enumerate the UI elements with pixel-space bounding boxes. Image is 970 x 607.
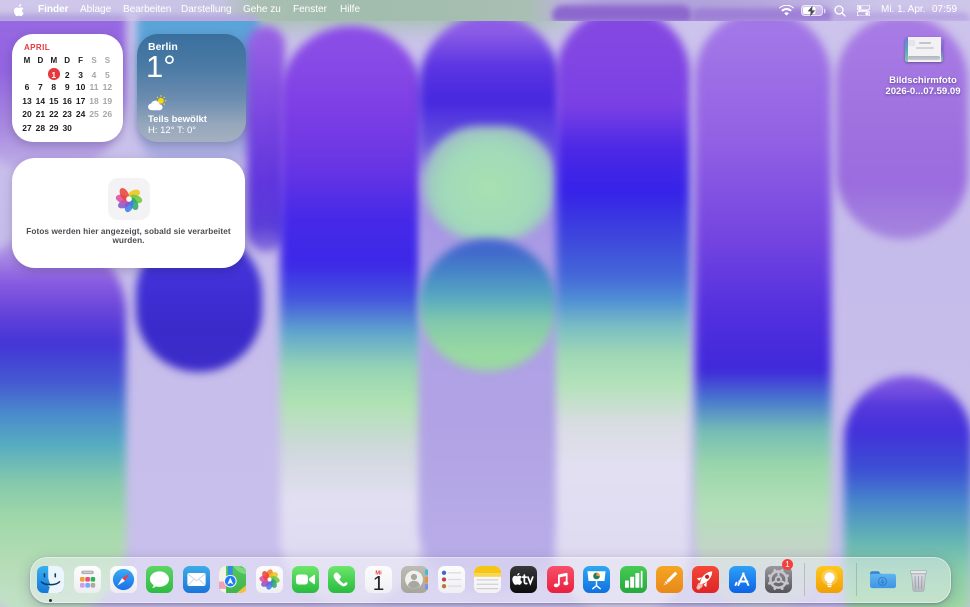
- svg-text:1: 1: [372, 572, 384, 595]
